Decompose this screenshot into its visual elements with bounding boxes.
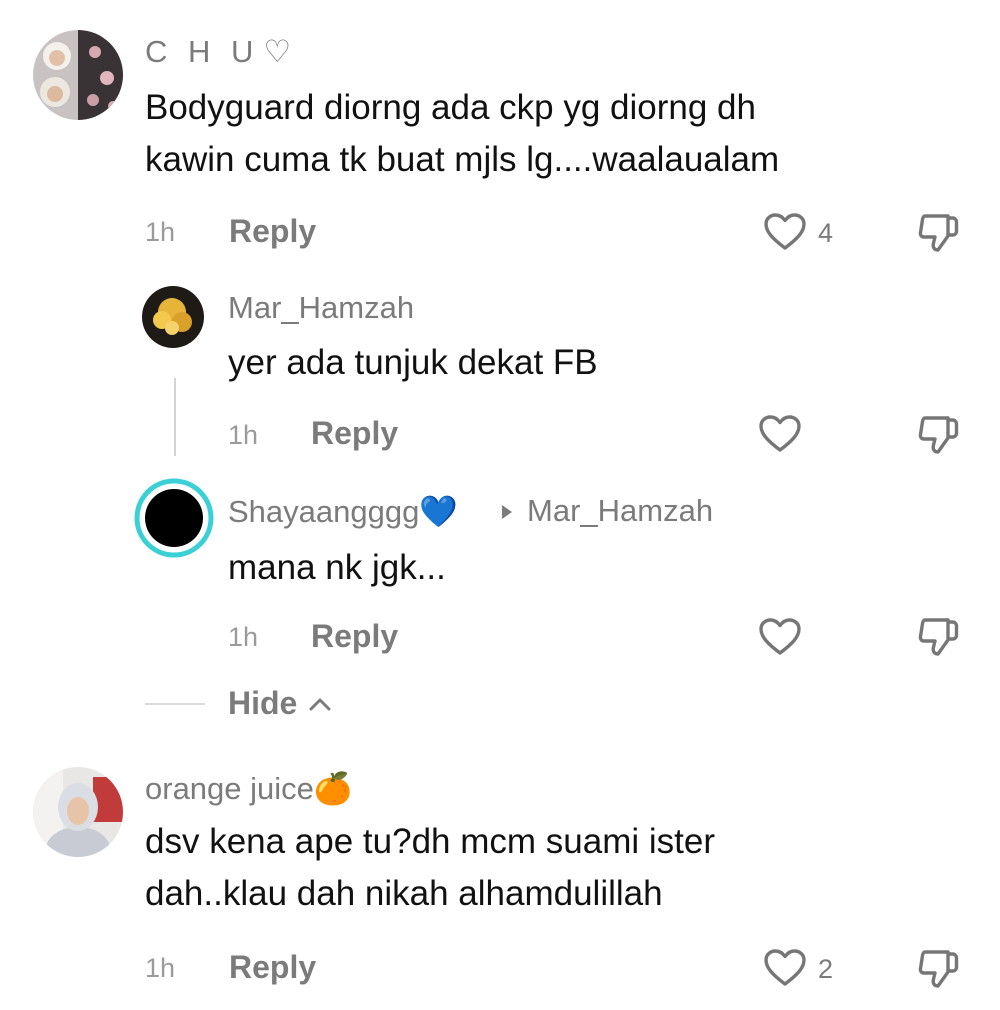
reply-to-username[interactable]: Mar_Hamzah	[527, 493, 713, 529]
reply-button[interactable]: Reply	[229, 213, 316, 250]
heart-outline-icon[interactable]	[758, 617, 802, 662]
reply-text: yer ada tunjuk dekat FB	[228, 343, 598, 382]
comment-text: Bodyguard diorng ada ckp yg diorng dh ka…	[145, 82, 779, 186]
reply-button[interactable]: Reply	[311, 415, 398, 452]
reply-avatar[interactable]	[134, 478, 214, 558]
username-heart-emoji: ♡	[263, 34, 292, 69]
comment-username[interactable]: C H U ♡	[145, 34, 291, 70]
reply-button[interactable]: Reply	[229, 949, 316, 986]
reply-time: 1h	[228, 622, 259, 652]
reply-username[interactable]: Shayaangggg💙	[228, 493, 458, 530]
reply-text: mana nk jgk...	[228, 548, 446, 587]
comment-text-line: dah..klau dah nikah alhamdulillah	[145, 874, 663, 913]
avatar[interactable]	[33, 767, 123, 857]
comment-text-line: kawin cuma tk buat mjls lg....waalaualam	[145, 140, 780, 179]
comment-username[interactable]: orange juice🍊	[145, 770, 353, 807]
comment-time: 1h	[145, 217, 176, 247]
chevron-up-icon	[308, 696, 332, 717]
hide-divider	[145, 703, 205, 705]
heart-outline-icon[interactable]	[758, 414, 802, 459]
reply-avatar[interactable]	[142, 286, 204, 348]
comment-text-line: dsv kena ape tu?dh mcm suami ister	[145, 822, 715, 861]
hide-replies-button[interactable]: Hide	[228, 685, 332, 722]
reply-username[interactable]: Mar_Hamzah	[228, 290, 414, 326]
heart-outline-icon[interactable]	[763, 212, 807, 257]
heart-outline-icon[interactable]	[763, 948, 807, 993]
reply-arrow-icon	[500, 504, 514, 525]
reply-button[interactable]: Reply	[311, 618, 398, 655]
username-blue-heart-emoji: 💙	[419, 494, 458, 529]
comment-text: dsv kena ape tu?dh mcm suami ister dah..…	[145, 816, 715, 920]
dislike-icon[interactable]	[916, 946, 962, 997]
avatar[interactable]	[33, 30, 123, 120]
thread-line	[174, 378, 176, 456]
dislike-icon[interactable]	[916, 210, 962, 261]
comment-time: 1h	[145, 953, 176, 983]
reply-time: 1h	[228, 420, 259, 450]
like-count: 4	[818, 218, 834, 248]
hide-label: Hide	[228, 685, 298, 721]
dislike-icon[interactable]	[916, 412, 962, 463]
dislike-icon[interactable]	[916, 614, 962, 665]
like-count: 2	[818, 954, 834, 984]
comment-text-line: Bodyguard diorng ada ckp yg diorng dh	[145, 88, 756, 127]
username-orange-emoji: 🍊	[313, 771, 353, 806]
